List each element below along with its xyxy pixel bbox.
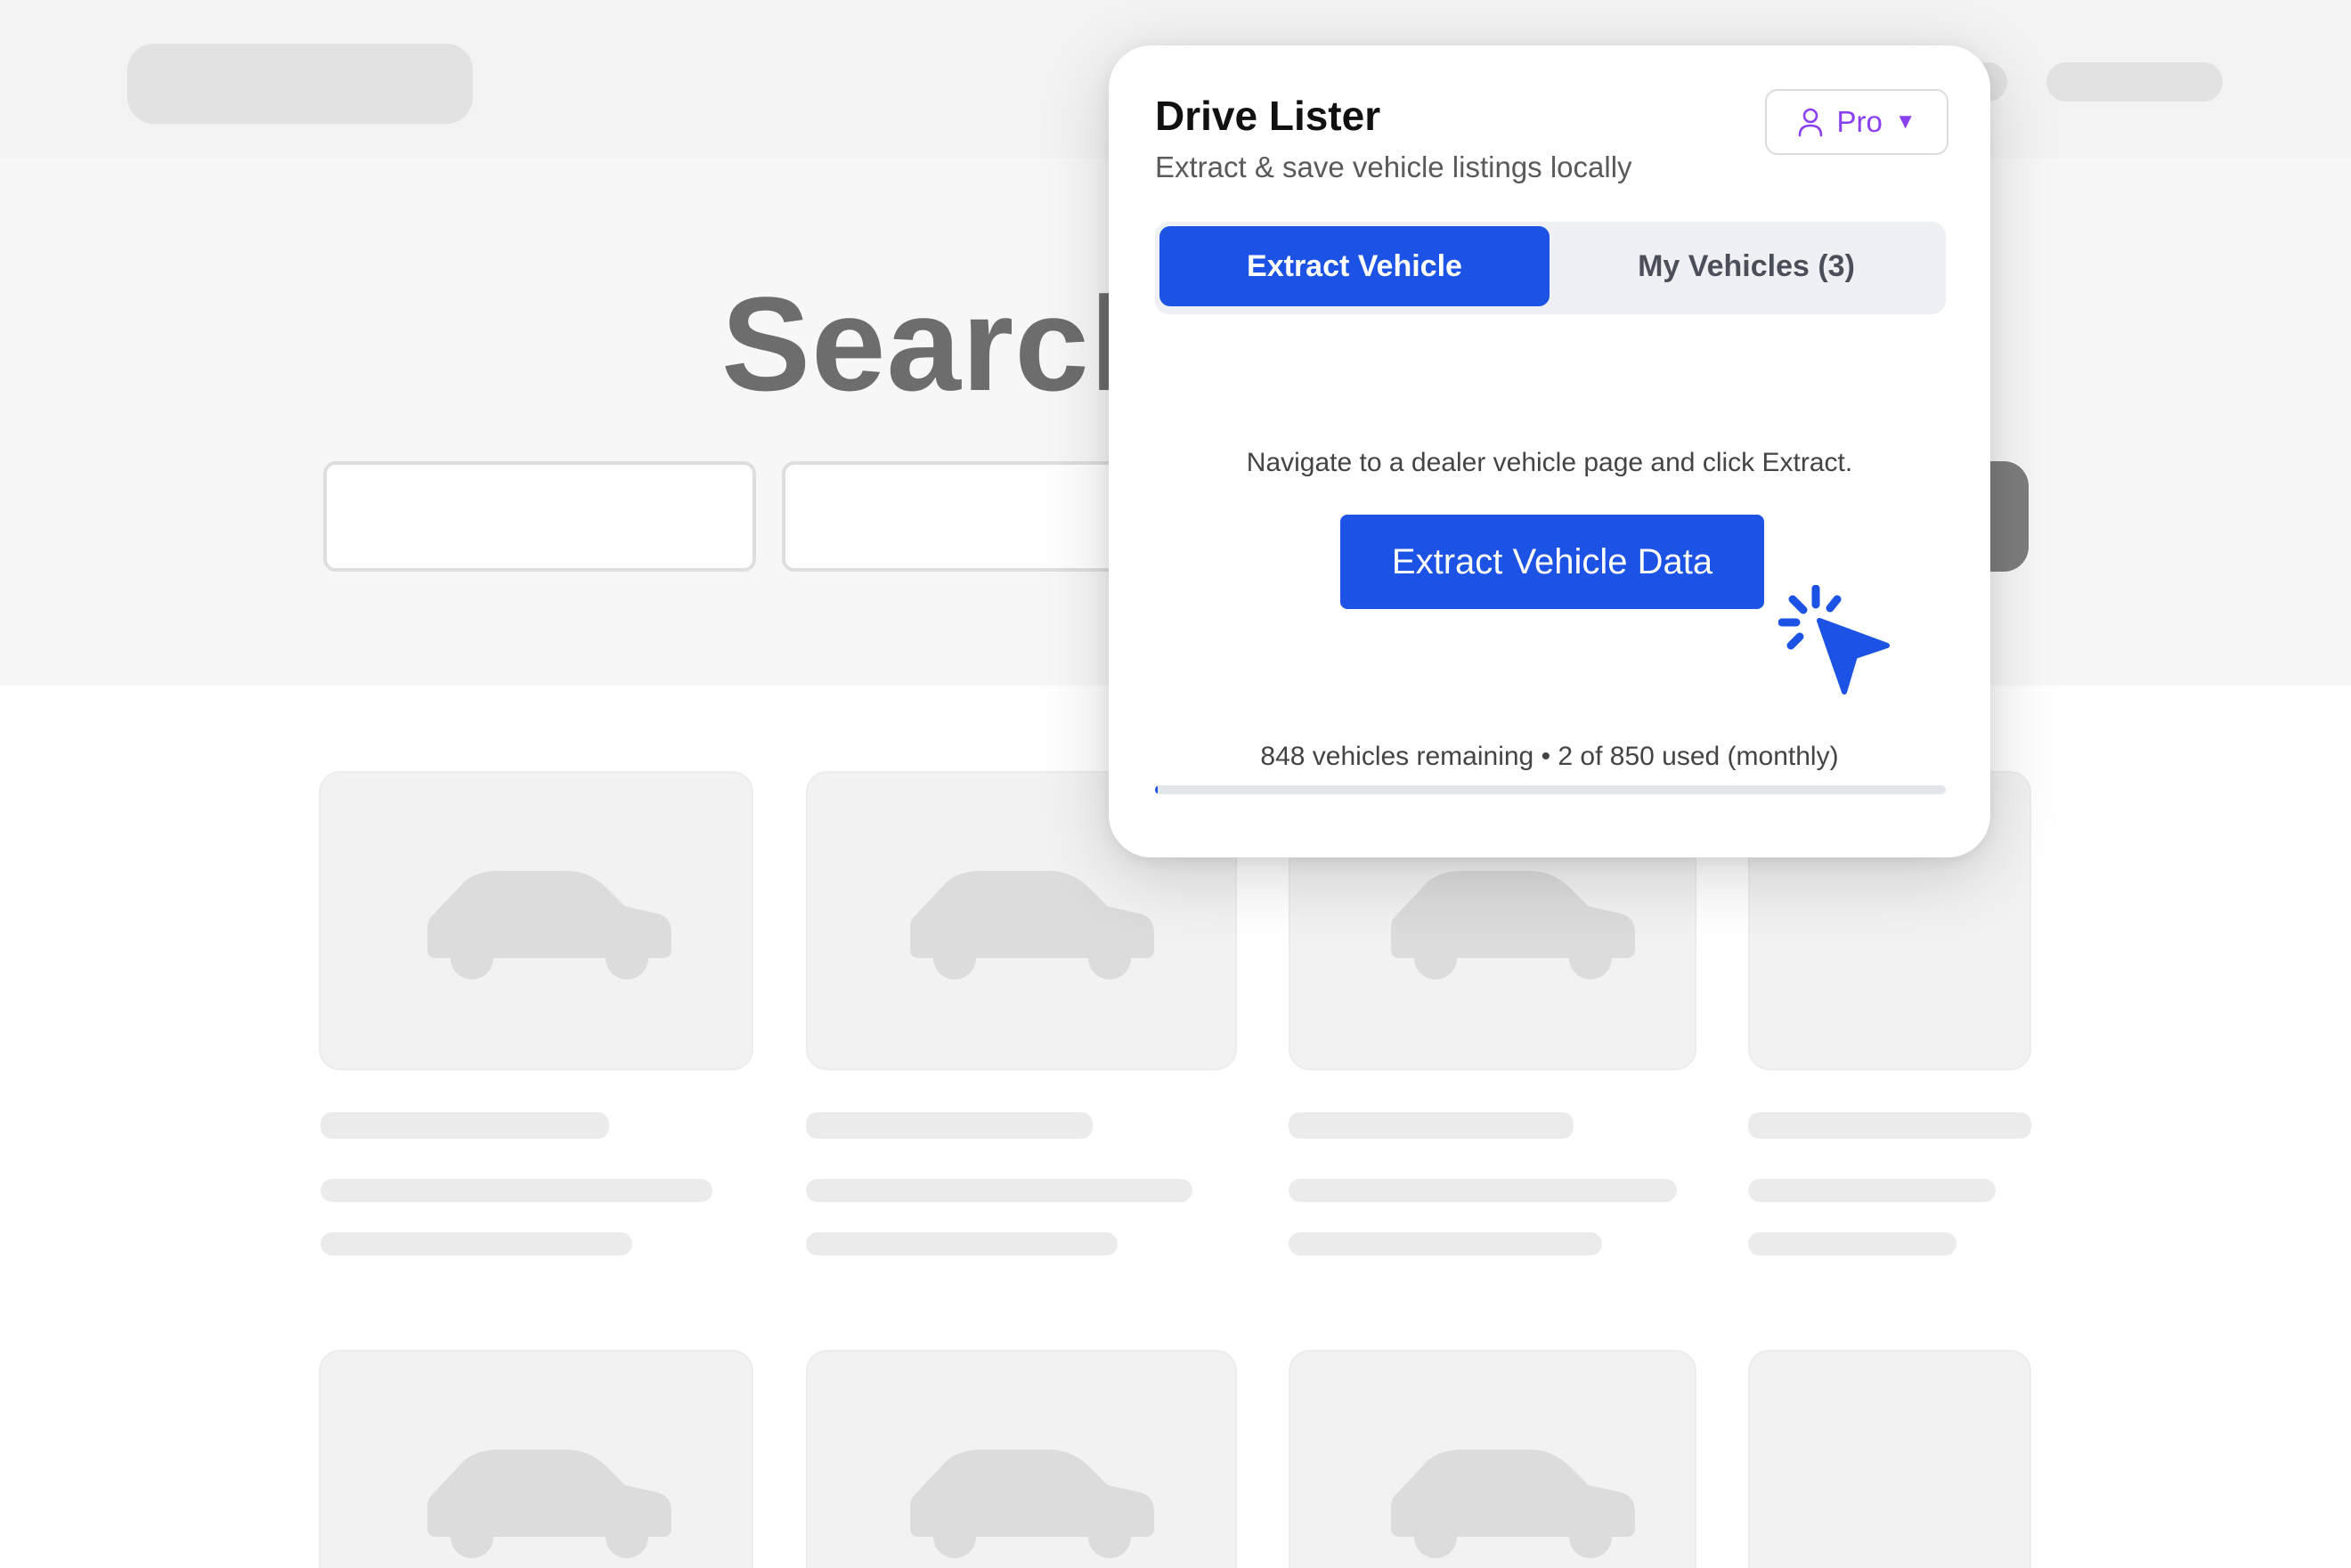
extract-vehicle-data-button[interactable]: Extract Vehicle Data [1340, 515, 1764, 609]
listing-title-placeholder [1289, 1112, 1574, 1139]
car-icon [910, 1450, 1154, 1558]
extension-popup: Drive Lister Extract & save vehicle list… [1109, 45, 1990, 857]
instruction-text: Navigate to a dealer vehicle page and cl… [1246, 448, 1853, 477]
user-icon [1799, 108, 1823, 137]
car-icon [1391, 1450, 1635, 1558]
popup-title: Drive Lister [1155, 93, 1381, 139]
popup-subtitle: Extract & save vehicle listings locally [1155, 150, 1632, 183]
plan-menu-button[interactable]: Pro ▼ [1765, 89, 1948, 155]
listing-detail-placeholder [321, 1179, 712, 1202]
car-icon [427, 871, 671, 979]
usage-progress-fill [1155, 785, 1158, 794]
car-icon [1391, 871, 1635, 979]
cursor-click-icon [1778, 585, 1890, 695]
usage-progress-bar [1155, 785, 1946, 794]
car-icon [427, 1450, 671, 1558]
nav-link-placeholder [2046, 62, 2223, 102]
hero-title: Search [721, 269, 1173, 418]
plan-label: Pro [1836, 105, 1883, 138]
chevron-down-icon: ▼ [1894, 110, 1916, 134]
car-icon [910, 871, 1154, 979]
listing-title-placeholder [806, 1112, 1093, 1139]
listing-detail-placeholder [806, 1179, 1192, 1202]
listing-detail-placeholder [806, 1232, 1118, 1255]
listing-detail-placeholder [1289, 1232, 1602, 1255]
listing-detail-placeholder [1748, 1232, 1956, 1255]
listing-detail-placeholder [1748, 1179, 1996, 1202]
listing-detail-placeholder [321, 1232, 632, 1255]
search-field-make[interactable] [323, 461, 756, 572]
tab-my-vehicles[interactable]: My Vehicles (3) [1551, 226, 1941, 306]
tab-extract-vehicle[interactable]: Extract Vehicle [1159, 226, 1550, 306]
listing-title-placeholder [321, 1112, 609, 1139]
tab-bar: Extract Vehicle My Vehicles (3) [1155, 222, 1946, 314]
listing-detail-placeholder [1289, 1179, 1677, 1202]
usage-summary: 848 vehicles remaining • 2 of 850 used (… [1260, 742, 1839, 771]
site-logo-placeholder [127, 44, 473, 124]
listing-title-placeholder [1748, 1112, 2031, 1139]
listing-card-image[interactable] [1748, 1350, 2031, 1568]
